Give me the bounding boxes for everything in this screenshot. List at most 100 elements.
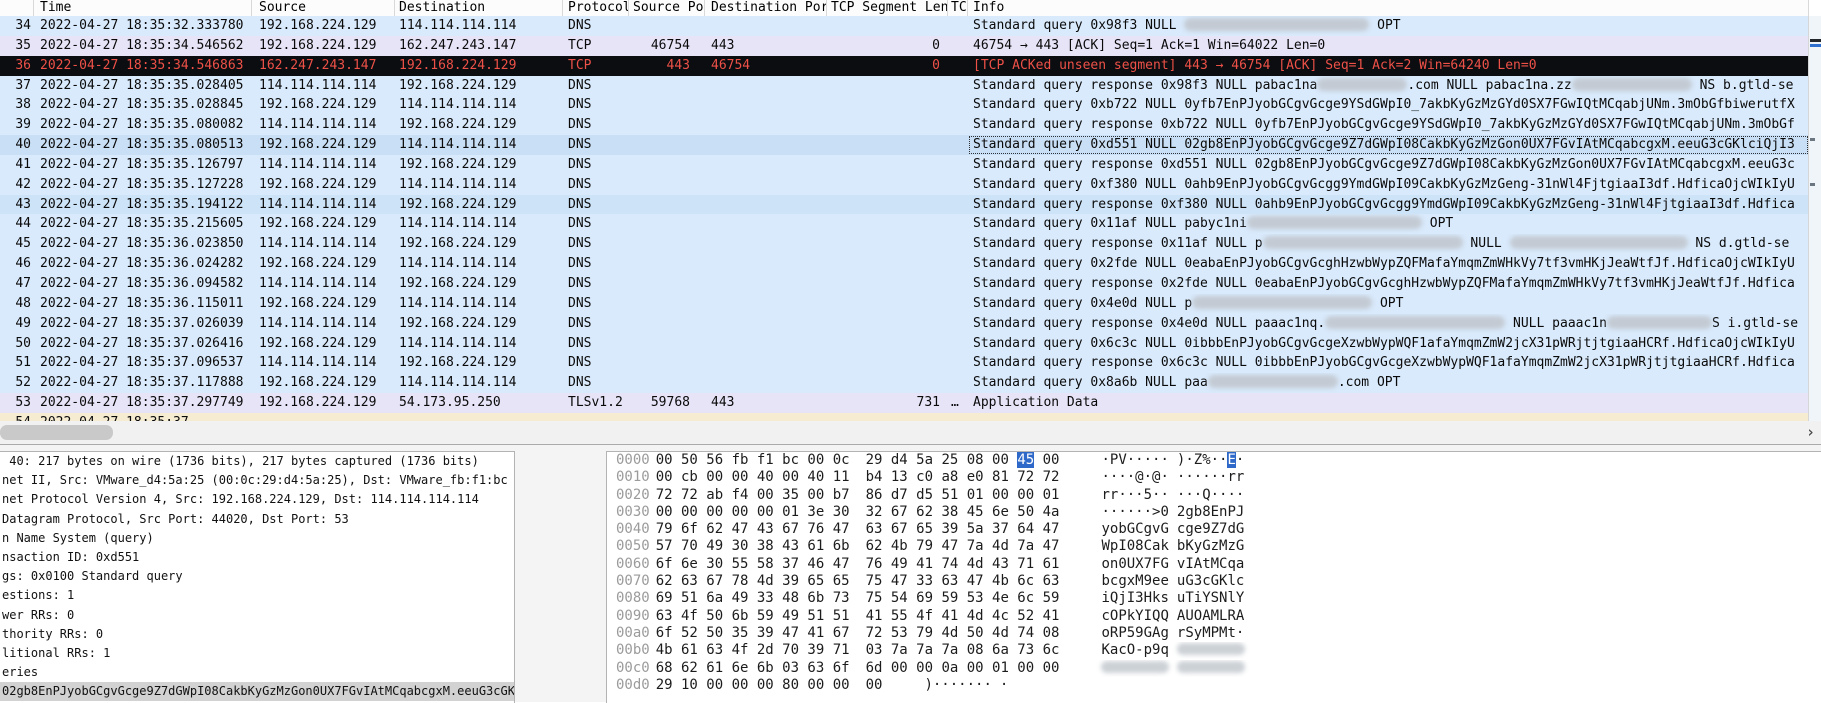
detail-line[interactable]: net II, Src: VMware_d4:5a:25 (00:0c:29:d… xyxy=(0,471,514,490)
packet-row[interactable]: 482022-04-27 18:35:36.115011192.168.224.… xyxy=(0,294,1809,314)
detail-line[interactable]: Datagram Protocol, Src Port: 44020, Dst … xyxy=(0,510,514,529)
tcp-segment-len-cell xyxy=(827,274,948,294)
detail-line[interactable]: wer RRs: 0 xyxy=(0,606,514,625)
packet-row[interactable]: 462022-04-27 18:35:36.024282192.168.224.… xyxy=(0,254,1809,274)
detail-line[interactable]: estions: 1 xyxy=(0,586,514,605)
detail-line[interactable]: nsaction ID: 0xd551 xyxy=(0,548,514,567)
packet-row[interactable]: 512022-04-27 18:35:37.096537114.114.114.… xyxy=(0,353,1809,373)
hex-row[interactable]: 009063 4f 50 6b 59 49 51 5141 55 4f 41 4… xyxy=(607,608,1821,625)
packet-row[interactable]: 532022-04-27 18:35:37.297749192.168.224.… xyxy=(0,393,1809,413)
packet-row[interactable]: 442022-04-27 18:35:35.215605192.168.224.… xyxy=(0,214,1809,234)
destination-cell: 192.168.224.129 xyxy=(395,314,563,334)
detail-line[interactable]: gs: 0x0100 Standard query xyxy=(0,567,514,586)
info-text: Standard query response 0xf380 NULL 0ahb… xyxy=(973,197,1795,212)
detail-line[interactable]: litional RRs: 1 xyxy=(0,644,514,663)
column-header-source[interactable]: Source xyxy=(252,0,395,16)
column-header-no[interactable] xyxy=(0,0,34,16)
hex-ascii xyxy=(1101,660,1169,676)
detail-line[interactable]: net Protocol Version 4, Src: 192.168.224… xyxy=(0,490,514,509)
hex-row[interactable]: 004079 6f 62 47 43 67 76 4763 67 65 39 5… xyxy=(607,521,1821,538)
hex-row[interactable]: 00606f 6e 30 55 58 37 46 4776 49 41 74 4… xyxy=(607,556,1821,573)
info-text: OPT xyxy=(1369,18,1400,33)
hex-ascii: iQjI3Hks xyxy=(1101,590,1168,606)
info-text: vIAtMCqa xyxy=(1177,556,1244,572)
packet-list-h-scrollbar[interactable]: › xyxy=(0,421,1821,444)
selected-byte: 45 xyxy=(1017,452,1034,468)
hex-row[interactable]: 005057 70 49 30 38 43 61 6b62 4b 79 47 7… xyxy=(607,538,1821,555)
detail-line-selected[interactable]: 02gb8EnPJyobGCgvGcge9Z7dGWpI08CakbKyGzMz… xyxy=(0,682,514,701)
tcp-segment-len-cell xyxy=(827,294,948,314)
source-cell: 192.168.224.129 xyxy=(252,95,395,115)
column-header-tc[interactable]: TC xyxy=(948,0,968,16)
hex-ascii: bcgxM9ee xyxy=(1101,573,1168,589)
hex-bytes: 57 70 49 30 38 43 61 6b xyxy=(656,538,850,554)
packet-row[interactable]: 502022-04-27 18:35:37.026416192.168.224.… xyxy=(0,334,1809,354)
hex-row[interactable]: 002072 72 ab f4 00 35 00 b786 d7 d5 51 0… xyxy=(607,487,1821,504)
tc-cell xyxy=(948,334,968,354)
packet-row[interactable]: 352022-04-27 18:35:34.546562192.168.224.… xyxy=(0,36,1809,56)
hex-offset: 0090 xyxy=(616,608,650,624)
packet-row-partial[interactable]: 542022-04-27 18:35:37 xyxy=(0,413,1809,421)
column-header-tcp-segment-len[interactable]: TCP Segment Len xyxy=(827,0,948,16)
tcp-segment-len-cell xyxy=(827,234,948,254)
tcp-segment-len-cell xyxy=(827,115,948,135)
column-header-destination[interactable]: Destination xyxy=(395,0,563,16)
destination-port-cell xyxy=(705,254,827,274)
destination-port-cell xyxy=(705,155,827,175)
hex-row[interactable]: 001000 cb 00 00 40 00 40 11b4 13 c0 a8 e… xyxy=(607,469,1821,486)
packet-row[interactable]: 422022-04-27 18:35:35.127228192.168.224.… xyxy=(0,175,1809,195)
column-header-destination-port[interactable]: Destination Port xyxy=(705,0,827,16)
destination-cell: 192.168.224.129 xyxy=(395,155,563,175)
redaction-blur xyxy=(1247,216,1422,229)
packet-list-v-scrollbar[interactable] xyxy=(1808,16,1821,421)
packet-row[interactable]: 382022-04-27 18:35:35.028845192.168.224.… xyxy=(0,95,1809,115)
hex-row[interactable]: 00d029 10 00 00 00 80 00 0000)········ xyxy=(607,677,1821,694)
h-scrollbar-thumb[interactable] xyxy=(0,425,113,440)
packet-row[interactable]: 372022-04-27 18:35:35.028405114.114.114.… xyxy=(0,76,1809,96)
row-number-cell: 37 xyxy=(0,76,34,96)
detail-line[interactable]: 40: 217 bytes on wire (1736 bits), 217 b… xyxy=(0,452,514,471)
column-header-protocol[interactable]: Protocol xyxy=(563,0,629,16)
column-header-source-port[interactable]: Source Port xyxy=(629,0,705,16)
detail-line[interactable]: thority RRs: 0 xyxy=(0,625,514,644)
destination-cell: 192.168.224.129 xyxy=(395,56,563,76)
hex-row[interactable]: 00a06f 52 50 35 39 47 41 6772 53 79 4d 5… xyxy=(607,625,1821,642)
info-text: Standard query response 0x6c3c NULL 0ibb… xyxy=(973,355,1795,370)
hex-row[interactable]: 00b04b 61 63 4f 2d 70 39 7103 7a 7a 7a 0… xyxy=(607,642,1821,659)
packet-row[interactable]: 362022-04-27 18:35:34.546863162.247.243.… xyxy=(0,56,1809,76)
scroll-right-icon[interactable]: › xyxy=(1806,421,1815,444)
packet-row[interactable]: 432022-04-27 18:35:35.194122114.114.114.… xyxy=(0,195,1809,215)
destination-cell: 114.114.114.114 xyxy=(395,175,563,195)
info-cell: Standard query 0xd551 NULL 02gb8EnPJyobG… xyxy=(968,135,1809,155)
destination-cell: 192.168.224.129 xyxy=(395,76,563,96)
source-port-cell xyxy=(629,155,705,175)
info-text: rSyMPMt· xyxy=(1177,625,1244,641)
packet-row[interactable]: 342022-04-27 18:35:32.333780192.168.224.… xyxy=(0,16,1809,36)
protocol-cell: DNS xyxy=(563,274,629,294)
column-header-time[interactable]: Time xyxy=(34,0,252,16)
column-header-info[interactable]: Info xyxy=(968,0,1809,16)
detail-line[interactable]: eries xyxy=(0,663,514,682)
packet-row[interactable]: 452022-04-27 18:35:36.023850114.114.114.… xyxy=(0,234,1809,254)
hex-row[interactable]: 008069 51 6a 49 33 48 6b 7375 54 69 59 5… xyxy=(607,590,1821,607)
packet-row[interactable]: 492022-04-27 18:35:37.026039114.114.114.… xyxy=(0,314,1809,334)
info-text: 68 62 61 6e 6b 03 63 6f xyxy=(656,660,850,676)
packet-row[interactable]: 402022-04-27 18:35:35.080513192.168.224.… xyxy=(0,135,1809,155)
hex-row[interactable]: 003000 00 00 00 00 01 3e 3032 67 62 38 4… xyxy=(607,504,1821,521)
info-text: OPT xyxy=(1422,216,1453,231)
packet-row[interactable]: 392022-04-27 18:35:35.080082114.114.114.… xyxy=(0,115,1809,135)
hex-row[interactable]: 00c068 62 61 6e 6b 03 63 6f6d 00 00 0a 0… xyxy=(607,660,1821,677)
hex-row[interactable]: 000000 50 56 fb f1 bc 00 0c29 d4 5a 25 0… xyxy=(607,452,1821,469)
info-text: )······· xyxy=(924,677,991,693)
packet-row[interactable]: 472022-04-27 18:35:36.094582114.114.114.… xyxy=(0,274,1809,294)
source-cell: 114.114.114.114 xyxy=(252,155,395,175)
source-cell: 114.114.114.114 xyxy=(252,314,395,334)
detail-line[interactable]: n Name System (query) xyxy=(0,529,514,548)
info-text: Standard query 0xd551 NULL 02gb8EnPJyobG… xyxy=(973,137,1795,152)
packet-row[interactable]: 522022-04-27 18:35:37.117888192.168.224.… xyxy=(0,373,1809,393)
info-text: uG3cGKlc xyxy=(1177,573,1244,589)
info-text: 4b 61 63 4f 2d 70 39 71 xyxy=(656,642,850,658)
tcp-segment-len-cell: 0 xyxy=(827,36,948,56)
hex-row[interactable]: 007062 63 67 78 4d 39 65 6575 47 33 63 4… xyxy=(607,573,1821,590)
packet-row[interactable]: 412022-04-27 18:35:35.126797114.114.114.… xyxy=(0,155,1809,175)
